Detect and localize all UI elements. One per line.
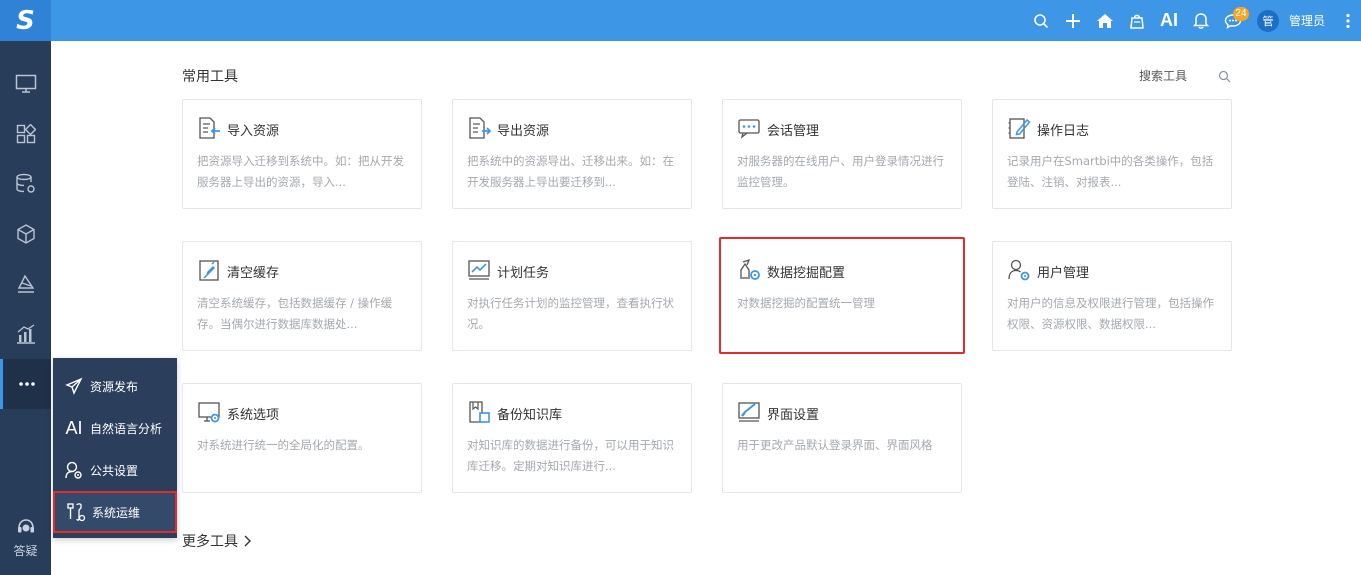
ai-icon[interactable]: AI <box>1153 0 1185 41</box>
send-icon <box>63 375 85 397</box>
more-tools-label: 更多工具 <box>182 534 238 550</box>
more-icon[interactable] <box>1335 0 1361 41</box>
flyout-item-label: 资源发布 <box>90 379 139 394</box>
tool-card-backup[interactable]: 备份知识库 对知识库的数据进行备份，可以用于知识库迁移。定期对知识库进行... <box>452 383 692 493</box>
card-description: 对知识库的数据进行备份，可以用于知识库迁移。定期对知识库进行... <box>467 438 674 473</box>
card-title: 计划任务 <box>497 266 550 281</box>
notification-badge: 24 <box>1232 7 1249 21</box>
flyout-item-system-ops[interactable]: 系统运维 <box>53 491 177 533</box>
card-title: 操作日志 <box>1037 124 1090 139</box>
card-description: 用于更改产品默认登录界面、界面风格 <box>737 438 933 452</box>
log-icon <box>1007 116 1031 140</box>
database-icon[interactable] <box>0 159 51 209</box>
plus-icon[interactable] <box>1057 0 1089 41</box>
cube-icon[interactable] <box>0 209 51 259</box>
export-icon <box>467 116 492 140</box>
monitor-icon[interactable] <box>0 59 51 109</box>
card-description: 把系统中的资源导出、迁移出来。如：在开发服务器上导出要迁移到... <box>467 154 674 189</box>
user-manage-icon <box>1007 258 1031 282</box>
card-description: 对服务器的在线用户、用户登录情况进行监控管理。 <box>737 154 944 189</box>
tool-card-session[interactable]: 会话管理 对服务器的在线用户、用户登录情况进行监控管理。 <box>722 99 962 209</box>
flyout-item-label: 自然语言分析 <box>90 421 163 436</box>
tool-card-system-options[interactable]: 系统选项 对系统进行统一的全局化的配置。 <box>182 383 422 493</box>
card-title: 会话管理 <box>767 124 820 139</box>
home-icon[interactable] <box>1089 0 1121 41</box>
flyout-item-publish[interactable]: 资源发布 <box>53 365 177 407</box>
avatar[interactable]: 管 <box>1256 9 1279 32</box>
card-description: 对系统进行统一的全局化的配置。 <box>197 438 370 452</box>
chevron-right-icon <box>244 535 251 547</box>
layers-icon[interactable] <box>0 259 51 309</box>
app-logo[interactable]: S <box>0 0 51 41</box>
tool-card-user-manage[interactable]: 用户管理 对用户的信息及权限进行管理，包括操作权限、资源权限、数据权限... <box>992 241 1232 351</box>
card-title: 备份知识库 <box>497 408 563 423</box>
system-options-icon <box>197 400 221 424</box>
card-title: 数据挖掘配置 <box>767 266 846 281</box>
clear-cache-icon <box>197 258 221 282</box>
flyout-item-nlp[interactable]: AI 自然语言分析 <box>53 407 177 449</box>
bell-icon[interactable] <box>1185 0 1217 41</box>
schedule-icon <box>467 258 491 282</box>
tool-card-import[interactable]: 导入资源 把资源导入迁移到系统中。如：把从开发服务器上导出的资源，导入... <box>182 99 422 209</box>
import-icon <box>197 116 221 140</box>
tool-card-log[interactable]: 操作日志 记录用户在Smartbi中的各类操作，包括登陆、注销、对报表... <box>992 99 1232 209</box>
card-title: 导出资源 <box>497 124 550 139</box>
card-title: 用户管理 <box>1037 266 1090 281</box>
search-icon[interactable] <box>1218 68 1231 87</box>
tools-icon <box>65 501 87 523</box>
card-description: 对用户的信息及权限进行管理，包括操作权限、资源权限、数据权限... <box>1007 296 1214 331</box>
top-bar: S AI 24 管 管理员 <box>0 0 1361 41</box>
chat-icon[interactable]: 24 <box>1217 0 1249 41</box>
help-icon <box>17 519 34 533</box>
tool-card-clear-cache[interactable]: 清空缓存 清空系统缓存，包括数据缓存 / 操作缓存。当偶尔进行数据库数据处... <box>182 241 422 351</box>
tool-card-data-mining-config[interactable]: 数据挖掘配置 对数据挖掘的配置统一管理 <box>719 237 965 354</box>
bag-icon[interactable] <box>1121 0 1153 41</box>
ai-icon: AI <box>63 417 85 439</box>
sidebar: 答疑 <box>0 41 51 575</box>
flyout-item-label: 公共设置 <box>90 463 139 478</box>
mining-config-icon <box>737 258 761 282</box>
card-description: 清空系统缓存，包括数据缓存 / 操作缓存。当偶尔进行数据库数据处... <box>197 296 393 331</box>
tool-card-export[interactable]: 导出资源 把系统中的资源导出、迁移出来。如：在开发服务器上导出要迁移到... <box>452 99 692 209</box>
card-description: 把资源导入迁移到系统中。如：把从开发服务器上导出的资源，导入... <box>197 154 404 189</box>
backup-icon <box>467 400 491 424</box>
card-title: 系统选项 <box>227 408 280 423</box>
session-icon <box>737 116 761 140</box>
apps-icon[interactable] <box>0 109 51 159</box>
settings-icon <box>63 459 85 481</box>
section-title: 常用工具 <box>182 69 238 85</box>
more-flyout-menu: 资源发布 AI 自然语言分析 公共设置 系统运维 <box>53 358 177 538</box>
card-description: 对执行任务计划的监控管理，查看执行状况。 <box>467 296 674 331</box>
flyout-item-label: 系统运维 <box>92 505 141 520</box>
more-dots-icon[interactable] <box>0 359 51 409</box>
tool-card-ui-settings[interactable]: 界面设置 用于更改产品默认登录界面、界面风格 <box>722 383 962 493</box>
help-button[interactable]: 答疑 <box>0 517 51 559</box>
card-title: 导入资源 <box>227 124 280 139</box>
username[interactable]: 管理员 <box>1289 12 1325 29</box>
ai-label: AI <box>1159 10 1178 30</box>
search-icon[interactable] <box>1025 0 1057 41</box>
logo-text: S <box>16 5 35 36</box>
flyout-item-public-settings[interactable]: 公共设置 <box>53 449 177 491</box>
card-description: 记录用户在Smartbi中的各类操作，包括登陆、注销、对报表... <box>1007 154 1214 189</box>
tool-card-schedule[interactable]: 计划任务 对执行任务计划的监控管理，查看执行状况。 <box>452 241 692 351</box>
more-tools-link[interactable]: 更多工具 <box>182 531 252 551</box>
card-description: 对数据挖掘的配置统一管理 <box>737 296 875 310</box>
bar-chart-icon[interactable] <box>0 309 51 359</box>
ui-settings-icon <box>737 400 761 424</box>
card-title: 界面设置 <box>767 408 820 423</box>
top-toolbar: AI 24 管 管理员 <box>1025 0 1361 41</box>
help-label: 答疑 <box>13 544 38 558</box>
card-title: 清空缓存 <box>227 266 280 281</box>
flyout-ai-text: AI <box>65 417 83 438</box>
search-tools-label[interactable]: 搜索工具 <box>1139 67 1187 84</box>
